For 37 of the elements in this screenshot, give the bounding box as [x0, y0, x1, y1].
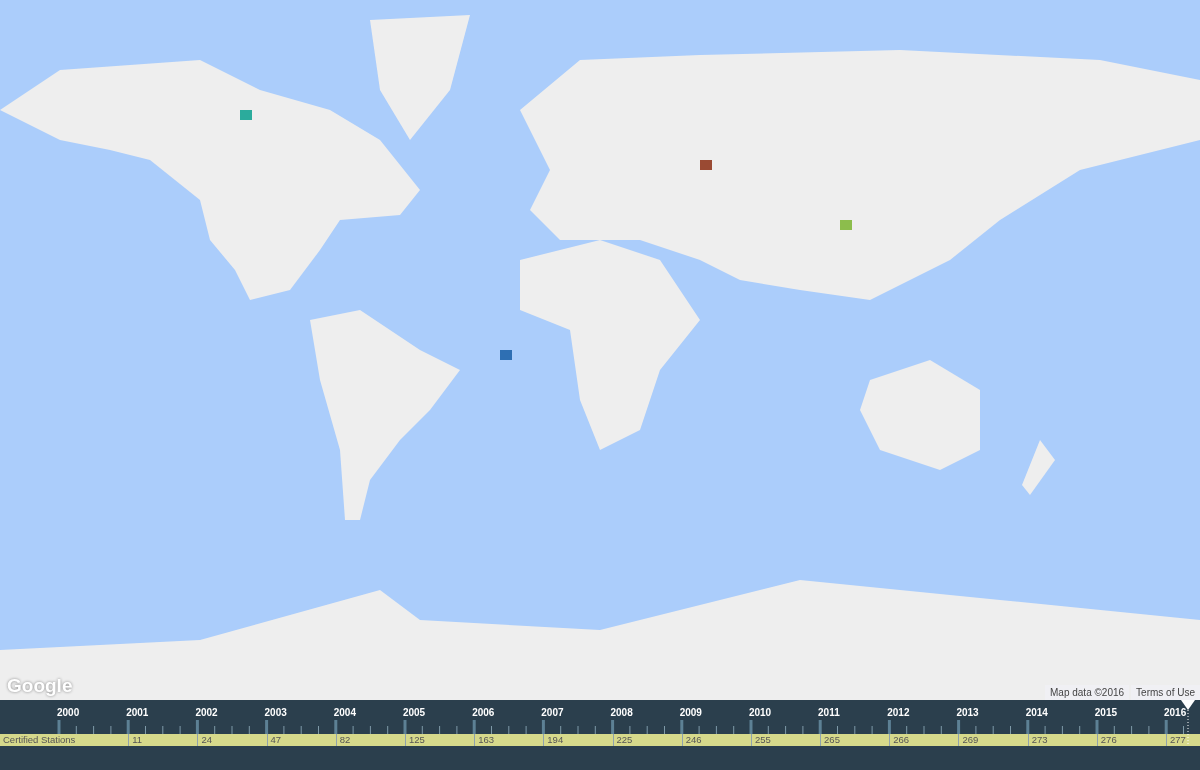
year-label: 2015 — [1094, 707, 1119, 718]
station-count: 194 — [543, 734, 613, 746]
map-logo: Google — [7, 675, 73, 697]
year-label: 2010 — [748, 707, 773, 718]
year-label: 2012 — [887, 707, 911, 718]
year-label: 2008 — [610, 707, 634, 718]
station-count: 47 — [266, 734, 336, 746]
year-label: 2005 — [402, 707, 427, 718]
station-count: 276 — [1096, 734, 1166, 746]
station-count: 163 — [474, 734, 544, 746]
station-count: 255 — [750, 734, 821, 746]
station-count: 82 — [335, 734, 405, 746]
station-count: 125 — [404, 734, 475, 746]
station-count: 225 — [612, 734, 682, 746]
year-label: 2014 — [1025, 707, 1049, 718]
year-label: 2007 — [541, 707, 565, 718]
station-count: 11 — [128, 734, 198, 746]
station-count: 269 — [958, 734, 1028, 746]
station-count: 273 — [1027, 734, 1097, 746]
year-label: 2002 — [195, 707, 219, 718]
station-count: 277 — [1166, 734, 1200, 746]
year-label: 2006 — [472, 707, 496, 718]
year-label: 2009 — [679, 707, 703, 718]
series-label: Certified Stations — [2, 734, 77, 746]
year-label: 2004 — [333, 707, 357, 718]
station-count: 266 — [889, 734, 959, 746]
terms-link[interactable]: Terms of Use — [1131, 685, 1200, 700]
year-label: 2000 — [57, 707, 81, 718]
year-label: 2016 — [1164, 707, 1188, 718]
year-label: 2011 — [818, 707, 841, 718]
station-count: 24 — [197, 734, 267, 746]
year-label: 2001 — [126, 707, 150, 718]
year-label: 2013 — [956, 707, 980, 718]
station-count: 265 — [820, 734, 890, 746]
map-attribution: Map data ©2016 — [1045, 685, 1130, 700]
station-count: 246 — [681, 734, 751, 746]
year-label: 2003 — [264, 707, 288, 718]
